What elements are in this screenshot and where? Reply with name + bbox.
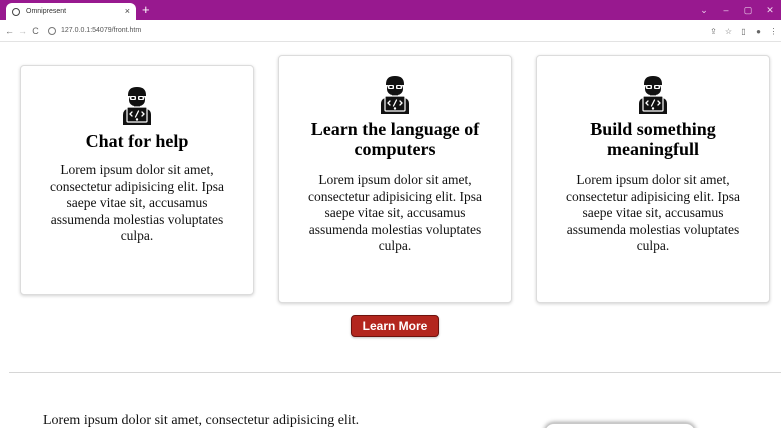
developer-icon <box>639 76 667 114</box>
toolbar-actions: ⇪ ☆ ▯ ● ⋮ <box>706 20 781 42</box>
developer-icon <box>123 87 151 125</box>
new-tab-button[interactable]: + <box>142 2 150 18</box>
globe-icon <box>12 7 20 16</box>
close-window-button[interactable]: ✕ <box>759 5 781 16</box>
section-divider <box>9 372 781 373</box>
feature-card: Chat for help Lorem ipsum dolor sit amet… <box>20 65 254 295</box>
developer-icon <box>381 76 409 114</box>
bookmark-star-icon[interactable]: ☆ <box>721 27 736 36</box>
browser-tab-bar: Omnipresent × + ⌄ – ▢ ✕ <box>0 0 781 20</box>
intro-text: Lorem ipsum dolor sit amet, consectetur … <box>43 413 360 428</box>
card-text: Lorem ipsum dolor sit amet, consectetur … <box>566 172 740 253</box>
url-text[interactable]: 127.0.0.1:54079/front.htm <box>61 27 141 34</box>
tab-title: Omnipresent <box>26 8 67 15</box>
menu-icon[interactable]: ⋮ <box>766 27 781 36</box>
card-title: Learn the language of computers <box>310 119 480 159</box>
site-info-icon[interactable] <box>48 26 56 35</box>
share-icon[interactable]: ⇪ <box>706 27 721 36</box>
browser-toolbar: ← → C 127.0.0.1:54079/front.htm ⇪ ☆ ▯ ● … <box>0 20 781 42</box>
forward-button[interactable]: → <box>16 26 29 36</box>
learn-more-button[interactable]: Learn More <box>351 315 439 337</box>
feature-card: Build something meaningfull Lorem ipsum … <box>536 55 770 303</box>
card-title: Chat for help <box>85 131 189 151</box>
tab-search-icon[interactable]: ⌄ <box>693 5 715 16</box>
back-button[interactable]: ← <box>3 26 16 36</box>
card-text: Lorem ipsum dolor sit amet, consectetur … <box>308 172 482 253</box>
bottom-widget[interactable] <box>544 423 696 428</box>
address-bar[interactable]: 127.0.0.1:54079/front.htm <box>48 26 141 35</box>
feature-card: Learn the language of computers Lorem ip… <box>278 55 512 303</box>
tab-close-icon[interactable]: × <box>125 7 130 16</box>
maximize-button[interactable]: ▢ <box>737 5 759 16</box>
browser-tab[interactable]: Omnipresent × <box>6 3 136 20</box>
card-text: Lorem ipsum dolor sit amet, consectetur … <box>50 162 224 243</box>
card-title: Build something meaningfull <box>590 119 716 159</box>
minimize-button[interactable]: – <box>715 5 737 15</box>
window-controls: ⌄ – ▢ ✕ <box>693 0 781 20</box>
side-panel-icon[interactable]: ▯ <box>736 27 751 36</box>
reload-button[interactable]: C <box>29 26 42 36</box>
profile-icon[interactable]: ● <box>751 27 766 36</box>
